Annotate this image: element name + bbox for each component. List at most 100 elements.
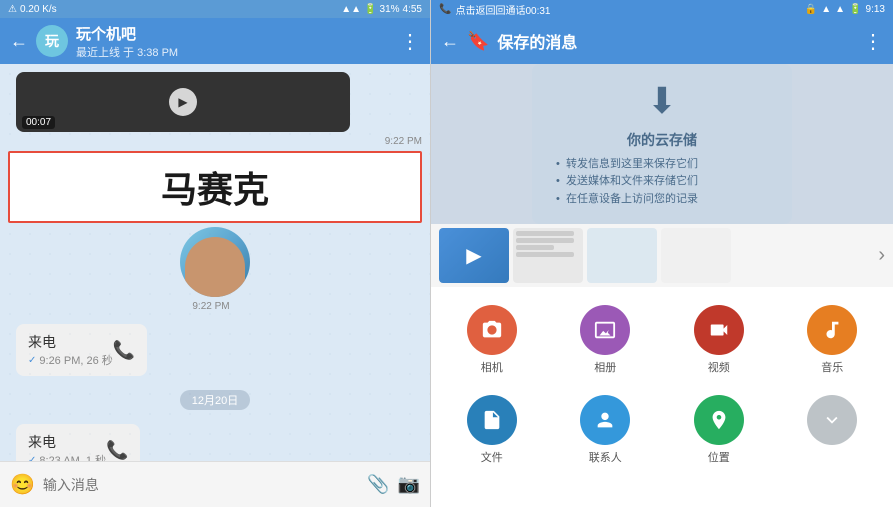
signal-icon-right: ▲ bbox=[821, 4, 831, 15]
signal-icon: ▲▲ bbox=[341, 4, 361, 15]
call-check-icon-1: ✓ bbox=[28, 355, 36, 366]
media-line-1 bbox=[516, 231, 574, 236]
action-video[interactable]: 视频 bbox=[662, 295, 776, 385]
media-thumb-2[interactable] bbox=[513, 228, 583, 283]
phone-icon-2: 📞 bbox=[106, 440, 128, 461]
emoji-button[interactable]: 😊 bbox=[10, 472, 35, 497]
date-divider: 12月20日 bbox=[0, 390, 430, 410]
action-music[interactable]: 音乐 bbox=[776, 295, 890, 385]
video-play-button[interactable]: ▶ bbox=[169, 88, 197, 116]
user-avatar bbox=[180, 227, 250, 297]
call-message-2[interactable]: 来电 ✓ 8:23 AM, 1 秒 📞 bbox=[8, 418, 422, 461]
photo-label: 相册 bbox=[594, 359, 616, 375]
right-status-right: 🔒 ▲ ▲ 🔋 9:13 bbox=[805, 4, 885, 15]
mosaic-overlay: 马赛克 bbox=[8, 151, 422, 223]
location-action-icon bbox=[694, 395, 744, 445]
right-more-options-button[interactable]: ⋮ bbox=[863, 29, 883, 54]
right-status-bar: 📞 点击返回回通话00:31 🔒 ▲ ▲ 🔋 9:13 bbox=[431, 0, 893, 18]
attach-button[interactable]: 📎 bbox=[367, 474, 389, 495]
file-label: 文件 bbox=[481, 449, 503, 465]
cloud-desc-line-1: 转发信息到这里来保存它们 bbox=[556, 156, 768, 174]
video-label: 视频 bbox=[708, 359, 730, 375]
message-input[interactable] bbox=[43, 477, 359, 493]
mosaic-text: 马赛克 bbox=[161, 169, 269, 210]
action-more[interactable]: 更多 bbox=[776, 385, 890, 475]
phone-icon-1: 📞 bbox=[113, 340, 135, 361]
contact-action-icon bbox=[580, 395, 630, 445]
group-avatar: 玩 bbox=[36, 25, 68, 57]
right-header-title: 保存的消息 bbox=[497, 29, 855, 53]
clock: 4:55 bbox=[403, 4, 422, 15]
cloud-storage-area: ⬇ 你的云存储 转发信息到这里来保存它们 发送媒体和文件来存储它们 在任意设备上… bbox=[431, 64, 893, 224]
date-badge: 12月20日 bbox=[180, 390, 250, 410]
lock-icon: 🔒 bbox=[805, 4, 817, 15]
play-icon: ▶ bbox=[466, 243, 481, 268]
left-status-bar: ⚠ 0.20 K/s ▲▲ 🔋 31% 4:55 bbox=[0, 0, 430, 18]
action-file[interactable]: 文件 bbox=[435, 385, 549, 475]
cloud-desc-line-2: 发送媒体和文件来存储它们 bbox=[556, 173, 768, 191]
chat-area[interactable]: ▶ 00:07 9:22 PM 马赛克 9:22 PM 来电 ✓ bbox=[0, 64, 430, 461]
media-thumb-3[interactable] bbox=[587, 228, 657, 283]
header-title-area: 玩个机吧 最近上线 于 3:38 PM bbox=[76, 23, 392, 60]
call-message-1[interactable]: 来电 ✓ 9:26 PM, 26 秒 📞 bbox=[8, 318, 422, 382]
file-action-icon bbox=[467, 395, 517, 445]
location-label: 位置 bbox=[708, 449, 730, 465]
call-detail-1: ✓ 9:26 PM, 26 秒 bbox=[28, 352, 113, 368]
video-msg-time: 9:22 PM bbox=[0, 136, 422, 147]
call-return-icon: 📞 bbox=[439, 4, 451, 15]
music-label: 音乐 bbox=[821, 359, 843, 375]
media-line-3 bbox=[516, 245, 554, 250]
media-line-2 bbox=[516, 238, 574, 243]
avatar-msg-time: 9:22 PM bbox=[0, 301, 422, 312]
photo-action-icon bbox=[580, 305, 630, 355]
status-right: ▲▲ 🔋 31% 4:55 bbox=[341, 4, 422, 15]
avatar-area bbox=[0, 227, 430, 297]
call-check-icon-2: ✓ bbox=[28, 455, 36, 462]
call-info-1: 来电 ✓ 9:26 PM, 26 秒 bbox=[28, 332, 113, 368]
cloud-card: ⬇ 你的云存储 转发信息到这里来保存它们 发送媒体和文件来存储它们 在任意设备上… bbox=[532, 64, 792, 225]
media-line-4 bbox=[516, 252, 574, 257]
music-action-icon bbox=[807, 305, 857, 355]
media-next-button[interactable]: › bbox=[878, 244, 885, 267]
video-message[interactable]: ▶ 00:07 bbox=[8, 72, 390, 132]
battery-icon-right: 🔋 bbox=[849, 4, 861, 15]
more-options-button[interactable]: ⋮ bbox=[400, 29, 420, 54]
cloud-desc-line-3: 在任意设备上访问您的记录 bbox=[556, 191, 768, 209]
action-camera[interactable]: 相机 bbox=[435, 295, 549, 385]
battery-icon: 🔋 bbox=[364, 4, 376, 15]
media-thumb-4[interactable] bbox=[661, 228, 731, 283]
chat-subtitle: 最近上线 于 3:38 PM bbox=[76, 44, 392, 60]
speed-indicator: 0.20 K/s bbox=[20, 4, 57, 15]
status-left: ⚠ 0.20 K/s bbox=[8, 4, 57, 15]
call-info-2: 来电 ✓ 8:23 AM, 1 秒 bbox=[28, 432, 106, 461]
right-back-button[interactable]: ← bbox=[441, 31, 459, 52]
warning-icon: ⚠ bbox=[8, 4, 17, 15]
mosaic-box: 马赛克 bbox=[8, 151, 422, 223]
call-detail-2: ✓ 8:23 AM, 1 秒 bbox=[28, 452, 106, 461]
camera-button[interactable]: 📷 bbox=[398, 474, 420, 495]
call-bubble-1[interactable]: 来电 ✓ 9:26 PM, 26 秒 📞 bbox=[16, 324, 147, 376]
call-return-indicator[interactable]: 📞 点击返回回通话00:31 bbox=[439, 2, 550, 17]
call-title-1: 来电 bbox=[28, 332, 113, 352]
battery-level: 31% bbox=[380, 4, 400, 15]
action-location[interactable]: 位置 bbox=[662, 385, 776, 475]
cloud-description: 转发信息到这里来保存它们 发送媒体和文件来存储它们 在任意设备上访问您的记录 bbox=[556, 156, 768, 209]
media-gallery-row: ▶ › bbox=[431, 224, 893, 287]
video-duration: 00:07 bbox=[22, 116, 55, 129]
more-action-icon bbox=[807, 395, 857, 445]
avatar-face bbox=[185, 237, 245, 297]
media-thumb-1[interactable]: ▶ bbox=[439, 228, 509, 283]
action-contact[interactable]: 联系人 bbox=[549, 385, 663, 475]
left-panel: ⚠ 0.20 K/s ▲▲ 🔋 31% 4:55 ← 玩 玩个机吧 最近上线 于… bbox=[0, 0, 430, 507]
wifi-icon: ▲ bbox=[835, 4, 845, 15]
camera-action-icon bbox=[467, 305, 517, 355]
video-action-icon bbox=[694, 305, 744, 355]
action-photo[interactable]: 相册 bbox=[549, 295, 663, 385]
left-header: ← 玩 玩个机吧 最近上线 于 3:38 PM ⋮ bbox=[0, 18, 430, 64]
call-bubble-2[interactable]: 来电 ✓ 8:23 AM, 1 秒 📞 bbox=[16, 424, 140, 461]
input-bar: 😊 📎 📷 bbox=[0, 461, 430, 507]
back-button[interactable]: ← bbox=[10, 31, 28, 52]
right-panel: 📞 点击返回回通话00:31 🔒 ▲ ▲ 🔋 9:13 ← 🔖 保存的消息 ⋮ … bbox=[430, 0, 893, 507]
bookmark-icon: 🔖 bbox=[467, 31, 489, 52]
action-grid: 相机 相册 视频 音乐 bbox=[431, 287, 893, 483]
